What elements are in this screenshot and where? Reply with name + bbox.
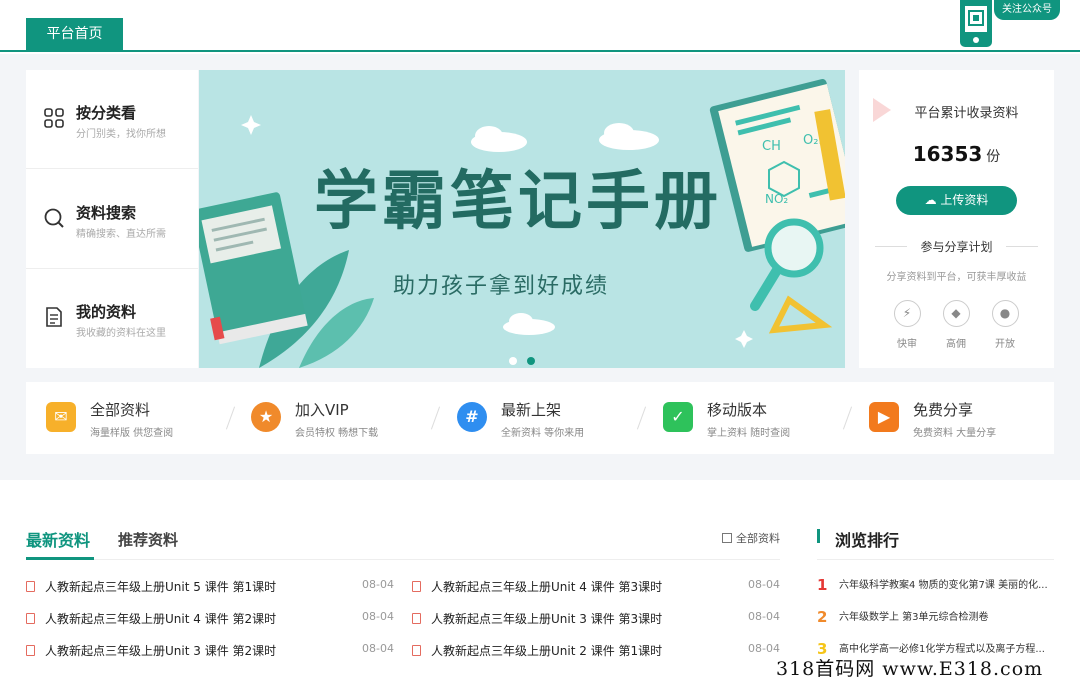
perk-high-commission: ◆ 高佣 bbox=[936, 300, 976, 350]
ranking-title: 浏览排行 bbox=[835, 531, 900, 550]
watermark: 318首码网 www.E318.com bbox=[776, 654, 1044, 681]
menu-item-search[interactable]: 资料搜索 精确搜索、直达所需 bbox=[26, 170, 198, 269]
ranking-header: 浏览排行 bbox=[817, 520, 1054, 560]
latest-tabs: 最新资料 推荐资料 全部资料 bbox=[26, 520, 780, 560]
doc-row[interactable]: 人教新起点三年级上册Unit 4 课件 第3课时 08-04 bbox=[412, 578, 780, 598]
medal-icon: ★ bbox=[251, 402, 281, 432]
menu-item-title: 按分类看 bbox=[76, 104, 137, 122]
grid-icon bbox=[722, 533, 732, 543]
ranking-item[interactable]: 1 六年级科学教案4 物质的变化第7课 美丽的化... bbox=[817, 576, 1054, 596]
stats-label: 平台累计收录资料 bbox=[914, 106, 1019, 121]
tab-recommended[interactable]: 推荐资料 bbox=[118, 529, 178, 550]
top-nav: 平台首页 关注公众号 bbox=[0, 0, 1080, 52]
cloud-upload-icon: ☁ bbox=[924, 193, 941, 207]
pdf-file-icon bbox=[412, 613, 421, 624]
lock-icon: ● bbox=[999, 306, 1011, 320]
lightning-icon: ⚡ bbox=[902, 306, 912, 320]
feature-join-vip[interactable]: ★ 加入VIP 会员特权 畅想下载 bbox=[231, 382, 441, 454]
mobile-qr-icon[interactable] bbox=[960, 0, 992, 47]
feature-all-files[interactable]: ✉ 全部资料 海量样版 供您查阅 bbox=[26, 382, 236, 454]
banner-subtitle: 助力孩子拿到好成绩 bbox=[393, 274, 610, 299]
perk-fast-review: ⚡ 快审 bbox=[887, 300, 927, 350]
pdf-file-icon bbox=[412, 645, 421, 656]
pdf-file-icon bbox=[26, 613, 35, 624]
banner-title: 学霸笔记手册 bbox=[314, 165, 722, 239]
nav-tab-home[interactable]: 平台首页 bbox=[26, 18, 123, 50]
doc-row[interactable]: 人教新起点三年级上册Unit 4 课件 第2课时 08-04 bbox=[26, 610, 394, 630]
pdf-file-icon bbox=[412, 581, 421, 592]
latest-section: 最新资料 推荐资料 全部资料 人教新起点三年级上册Unit 5 课件 第1课时 … bbox=[26, 520, 780, 658]
menu-item-my-files[interactable]: 我的资料 我收藏的资料在这里 bbox=[26, 269, 198, 368]
feature-newest[interactable]: # 最新上架 全新资料 等你来用 bbox=[437, 382, 647, 454]
svg-text:NO₂: NO₂ bbox=[765, 192, 788, 206]
stats-panel: 平台累计收录资料 16353 份 ☁ 上传资料 参与分享计划 分享资料到平台，可获… bbox=[859, 70, 1054, 368]
menu-item-title: 我的资料 bbox=[76, 303, 137, 321]
mail-icon: ✉ bbox=[46, 402, 76, 432]
diamond-icon: ◆ bbox=[951, 306, 961, 320]
pdf-file-icon bbox=[26, 581, 35, 592]
menu-item-browse-category[interactable]: 按分类看 分门别类，找你所想 bbox=[26, 70, 198, 169]
document-icon bbox=[46, 307, 62, 327]
doc-row[interactable]: 人教新起点三年级上册Unit 5 课件 第1课时 08-04 bbox=[26, 578, 394, 598]
follow-wechat-button[interactable]: 关注公众号 bbox=[994, 0, 1060, 20]
share-plan-desc: 分享资料到平台，可获丰厚收益 bbox=[886, 272, 1027, 283]
feature-bar: ✉ 全部资料 海量样版 供您查阅 ★ 加入VIP 会员特权 畅想下载 # 最新上… bbox=[26, 382, 1054, 454]
doc-row[interactable]: 人教新起点三年级上册Unit 3 课件 第2课时 08-04 bbox=[26, 642, 394, 662]
ranking-item[interactable]: 2 六年级数学上 第3单元综合检测卷 bbox=[817, 608, 1054, 628]
stats-count: 16353 份 bbox=[859, 142, 1054, 166]
tab-latest[interactable]: 最新资料 bbox=[26, 527, 95, 560]
carousel-dot-active[interactable] bbox=[527, 357, 535, 365]
menu-item-subtitle: 我收藏的资料在这里 bbox=[76, 328, 166, 339]
all-files-link[interactable]: 全部资料 bbox=[722, 530, 780, 546]
hero-banner[interactable]: CH O₂N NO₂ 学霸笔记手册 助力孩子拿到好成绩 bbox=[199, 70, 845, 368]
svg-text:CH: CH bbox=[762, 139, 781, 154]
doc-row[interactable]: 人教新起点三年级上册Unit 3 课件 第3课时 08-04 bbox=[412, 610, 780, 630]
stats-count-unit: 份 bbox=[986, 149, 1001, 165]
stats-count-number: 16353 bbox=[912, 142, 983, 166]
browse-ranking: 浏览排行 1 六年级科学教案4 物质的变化第7课 美丽的化... 2 六年级数学上 … bbox=[817, 520, 1054, 658]
grid-icon bbox=[44, 108, 64, 128]
search-icon bbox=[44, 208, 64, 228]
hash-icon: # bbox=[457, 402, 487, 432]
perk-open: ● 开放 bbox=[985, 300, 1025, 350]
menu-item-subtitle: 精确搜索、直达所需 bbox=[76, 229, 166, 240]
play-icon: ▶ bbox=[869, 402, 899, 432]
carousel-dot[interactable] bbox=[509, 357, 517, 365]
menu-item-title: 资料搜索 bbox=[76, 204, 137, 222]
bag-icon: ✓ bbox=[663, 402, 693, 432]
category-menu: 按分类看 分门别类，找你所想 资料搜索 精确搜索、直达所需 我的资料 我收藏的资… bbox=[26, 70, 198, 368]
feature-mobile[interactable]: ✓ 移动版本 掌上资料 随时查阅 bbox=[643, 382, 853, 454]
share-plan-title: 参与分享计划 bbox=[875, 238, 1038, 255]
feature-free-share[interactable]: ▶ 免费分享 免费资料 大量分享 bbox=[849, 382, 1054, 454]
upload-button[interactable]: ☁ 上传资料 bbox=[896, 186, 1017, 215]
doc-row[interactable]: 人教新起点三年级上册Unit 2 课件 第1课时 08-04 bbox=[412, 642, 780, 662]
carousel-dots bbox=[509, 350, 545, 368]
pdf-file-icon bbox=[26, 645, 35, 656]
menu-item-subtitle: 分门别类，找你所想 bbox=[76, 129, 166, 140]
